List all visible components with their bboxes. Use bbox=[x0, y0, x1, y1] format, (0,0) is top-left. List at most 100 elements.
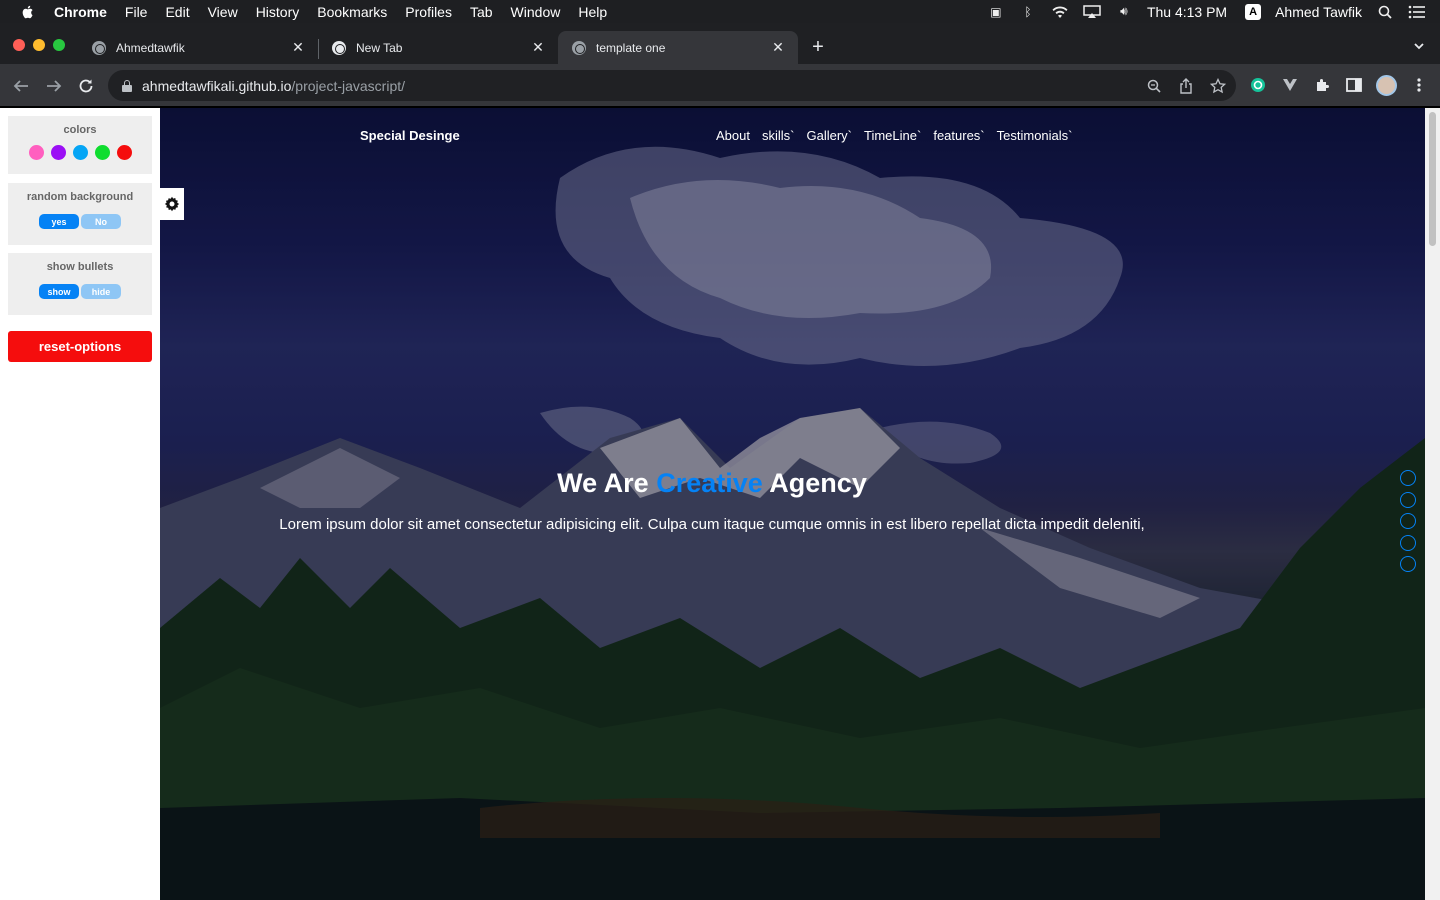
menu-tab[interactable]: Tab bbox=[470, 4, 493, 20]
page-scrollbar[interactable] bbox=[1425, 108, 1440, 900]
back-arrow-icon[interactable] bbox=[11, 76, 31, 96]
tab-close-icon[interactable]: ✕ bbox=[530, 39, 546, 56]
profile-avatar[interactable] bbox=[1376, 75, 1397, 96]
menu-edit[interactable]: Edit bbox=[165, 4, 189, 20]
chrome-icon bbox=[332, 40, 346, 55]
hero-title-end: Agency bbox=[769, 468, 867, 498]
zoom-magnifier-icon[interactable] bbox=[1146, 78, 1162, 94]
nav-link-gallery[interactable]: Gallery` bbox=[806, 128, 852, 143]
bookmark-star-icon[interactable] bbox=[1210, 78, 1226, 94]
bullets-hide-button[interactable]: hide bbox=[81, 284, 121, 299]
wifi-icon[interactable] bbox=[1051, 5, 1069, 19]
screen-mirroring-icon[interactable]: ▣ bbox=[987, 5, 1005, 19]
settings-panel: colors random background yes No show bul… bbox=[0, 108, 160, 900]
tab-title: Ahmedtawfik bbox=[116, 40, 185, 55]
color-swatch[interactable] bbox=[72, 145, 88, 160]
side-panel-icon[interactable] bbox=[1345, 76, 1363, 94]
browser-tab-strip: Ahmedtawfik ✕ New Tab ✕ template one ✕ + bbox=[0, 23, 1440, 64]
page-viewport: colors random background yes No show bul… bbox=[0, 108, 1440, 900]
tab-search-chevron-icon[interactable] bbox=[1412, 39, 1426, 53]
globe-icon bbox=[572, 40, 586, 55]
random-background-yes-button[interactable]: yes bbox=[39, 214, 79, 229]
color-swatch-list bbox=[8, 145, 152, 160]
color-swatch[interactable] bbox=[50, 145, 66, 160]
nav-bullet[interactable] bbox=[1400, 556, 1416, 572]
extensions-puzzle-icon[interactable] bbox=[1313, 76, 1331, 94]
nav-link-about[interactable]: About bbox=[716, 128, 750, 143]
tab-template-one[interactable]: template one ✕ bbox=[558, 31, 798, 64]
section-nav-bullets bbox=[1400, 470, 1416, 578]
forward-arrow-icon[interactable] bbox=[44, 76, 64, 96]
vue-devtools-extension-icon[interactable] bbox=[1281, 76, 1299, 94]
scrollbar-thumb[interactable] bbox=[1429, 112, 1436, 246]
menu-window[interactable]: Window bbox=[511, 4, 561, 20]
tab-title: New Tab bbox=[356, 40, 403, 55]
macos-menu-bar: Chrome File Edit View History Bookmarks … bbox=[0, 0, 1440, 23]
menu-file[interactable]: File bbox=[125, 4, 148, 20]
share-icon[interactable] bbox=[1178, 78, 1194, 94]
hero-dark-overlay bbox=[160, 108, 1425, 900]
new-tab-plus-icon[interactable]: + bbox=[808, 36, 828, 58]
grammarly-extension-icon[interactable] bbox=[1249, 76, 1267, 94]
apple-icon[interactable] bbox=[20, 4, 36, 20]
random-background-no-button[interactable]: No bbox=[81, 214, 121, 229]
colors-option-box: colors bbox=[8, 116, 152, 174]
window-zoom-button[interactable] bbox=[53, 39, 65, 51]
window-minimize-button[interactable] bbox=[33, 39, 45, 51]
window-close-button[interactable] bbox=[13, 39, 25, 51]
airplay-icon[interactable] bbox=[1083, 4, 1101, 19]
browser-toolbar: ahmedtawfikali.github.io /project-javasc… bbox=[0, 64, 1440, 107]
tab-ahmedtawfik[interactable]: Ahmedtawfik ✕ bbox=[78, 31, 318, 64]
nav-bullet[interactable] bbox=[1400, 534, 1416, 551]
url-path: /project-javascript/ bbox=[291, 77, 406, 94]
menubar-clock[interactable]: Thu 4:13 PM bbox=[1147, 4, 1227, 20]
show-bullets-option-title: show bullets bbox=[46, 261, 114, 273]
settings-gear-icon[interactable] bbox=[160, 188, 184, 220]
url-host: ahmedtawfikali.github.io bbox=[142, 77, 292, 94]
tab-close-icon[interactable]: ✕ bbox=[770, 39, 786, 56]
globe-icon bbox=[92, 40, 106, 55]
reload-icon[interactable] bbox=[76, 76, 96, 96]
nav-bullet[interactable] bbox=[1400, 491, 1416, 508]
bluetooth-icon[interactable]: ᛒ bbox=[1019, 5, 1037, 19]
menu-bookmarks[interactable]: Bookmarks bbox=[317, 4, 387, 20]
hero-title: We Are Creative Agency bbox=[160, 468, 1264, 499]
color-swatch[interactable] bbox=[94, 145, 110, 160]
menu-help[interactable]: Help bbox=[578, 4, 607, 20]
menu-view[interactable]: View bbox=[208, 4, 238, 20]
landing-hero: Special Desinge About skills` Gallery` T… bbox=[160, 108, 1425, 900]
lock-icon[interactable] bbox=[122, 79, 132, 92]
nav-link-features[interactable]: features` bbox=[933, 128, 984, 143]
volume-icon[interactable]: 🔊︎ bbox=[1115, 4, 1133, 19]
bullets-show-button[interactable]: show bbox=[39, 284, 79, 299]
nav-bullet[interactable] bbox=[1400, 513, 1416, 529]
site-logo[interactable]: Special Desinge bbox=[360, 128, 460, 143]
hero-description: Lorem ipsum dolor sit amet consectetur a… bbox=[279, 516, 1145, 533]
reset-options-button[interactable]: reset-options bbox=[8, 331, 152, 362]
nav-link-timeline[interactable]: TimeLine` bbox=[864, 128, 921, 143]
hero-title-start: We Are bbox=[557, 468, 649, 498]
menu-app-name[interactable]: Chrome bbox=[54, 4, 107, 20]
menu-profiles[interactable]: Profiles bbox=[405, 4, 452, 20]
control-center-icon[interactable] bbox=[1408, 5, 1426, 19]
menubar-user-name[interactable]: Ahmed Tawfik bbox=[1275, 4, 1362, 20]
more-menu-icon[interactable] bbox=[1410, 76, 1428, 94]
nav-link-testimonials[interactable]: Testimonials` bbox=[997, 128, 1073, 143]
input-source-badge[interactable]: A bbox=[1245, 3, 1262, 20]
site-navigation: About skills` Gallery` TimeLine` feature… bbox=[716, 128, 1085, 143]
random-background-option-title: random background bbox=[26, 191, 134, 203]
color-swatch[interactable] bbox=[116, 145, 132, 160]
color-swatch[interactable] bbox=[28, 145, 44, 160]
nav-bullet[interactable] bbox=[1400, 470, 1416, 486]
tab-title: template one bbox=[596, 40, 666, 55]
tab-close-icon[interactable]: ✕ bbox=[290, 39, 306, 56]
nav-link-skills[interactable]: skills` bbox=[762, 128, 795, 143]
spotlight-search-icon[interactable] bbox=[1376, 5, 1394, 19]
colors-option-title: colors bbox=[63, 124, 97, 136]
random-background-option-box: random background yes No bbox=[8, 183, 152, 245]
show-bullets-option-box: show bullets show hide bbox=[8, 253, 152, 315]
address-bar[interactable]: ahmedtawfikali.github.io /project-javasc… bbox=[108, 70, 1236, 101]
tab-new-tab[interactable]: New Tab ✕ bbox=[318, 31, 558, 64]
hero-title-accent: Creative bbox=[656, 468, 763, 498]
menu-history[interactable]: History bbox=[256, 4, 300, 20]
